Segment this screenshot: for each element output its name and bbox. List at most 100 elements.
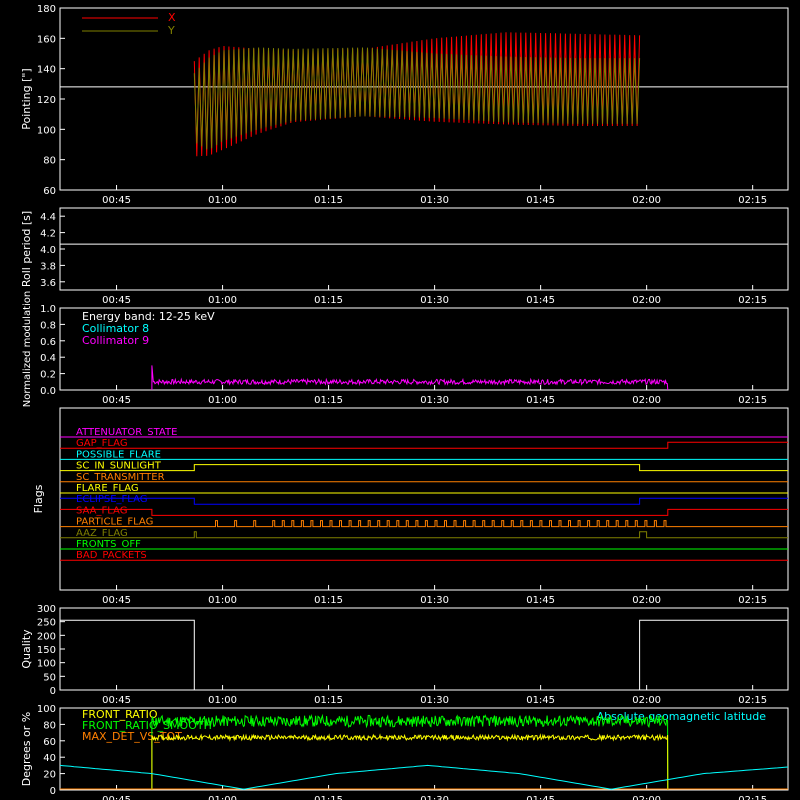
y-tick-label: 160 [37, 34, 56, 45]
y-tick-label: 0 [50, 686, 56, 697]
flag-label-sc-transmitter: SC_TRANSMITTER [76, 472, 165, 483]
x-tick-label-1-4: 01:45 [526, 295, 555, 306]
modulation-panel: Normalized modulation Energy band: 12-25… [22, 291, 789, 408]
x-tick-label-5-5: 02:00 [632, 795, 661, 800]
x-tick-label-1-0: 00:45 [102, 295, 131, 306]
y-tick-label: 0.2 [40, 370, 56, 381]
x-tick-label-3-4: 01:45 [526, 595, 555, 606]
y-tick-label: 100 [37, 125, 56, 136]
x-tick-label-3-2: 01:15 [314, 595, 343, 606]
flag-line-sc-in-sunlight [60, 464, 788, 472]
x-tick-label-0-3: 01:30 [420, 195, 449, 206]
ratio-panel: Degrees or % FRONT_RATIO FRONT_RATIO_SMO… [20, 707, 789, 791]
ratio-series-front-ratio [151, 733, 669, 791]
y-tick-label: 80 [43, 720, 56, 731]
y-tick-label: 150 [37, 645, 56, 656]
x-tick-label-1-3: 01:30 [420, 295, 449, 306]
y-tick-label: 80 [43, 156, 56, 167]
pointing-series-y [193, 47, 641, 150]
x-tick-label-2-6: 02:15 [738, 395, 767, 406]
x-tick-label-2-3: 01:30 [420, 395, 449, 406]
y-tick-label: 20 [43, 770, 56, 781]
x-tick-label-0-4: 01:45 [526, 195, 555, 206]
quality-line [60, 619, 788, 691]
y-tick-label: 120 [37, 95, 56, 106]
y-tick-label: 250 [37, 618, 56, 629]
flag-line-saa-flag [60, 508, 788, 516]
flag-label-saa-flag: SAA_FLAG [76, 505, 127, 516]
flag-label-aaz-flag: AAZ_FLAG [76, 528, 128, 539]
x-tick-label-1-2: 01:15 [314, 295, 343, 306]
x-tick-label-2-2: 01:15 [314, 395, 343, 406]
y-tick-label: 180 [37, 4, 56, 15]
x-tick-label-5-6: 02:15 [738, 795, 767, 800]
flag-label-flare-flag: FLARE_FLAG [76, 483, 139, 494]
roll-period-panel: Roll period [s] [20, 207, 789, 291]
x-tick-label-0-6: 02:15 [738, 195, 767, 206]
x-tick-label-2-5: 02:00 [632, 395, 661, 406]
x-tick-label-0-1: 01:00 [208, 195, 237, 206]
latitude-curve [59, 764, 789, 790]
y-tick-label: 60 [43, 737, 56, 748]
flag-label-bad-packets: BAD_PACKETS [76, 550, 147, 561]
flags-ylabel: Flags [32, 484, 45, 513]
flag-line-eclipse-flag [60, 497, 788, 505]
x-tick-label-2-0: 00:45 [102, 395, 131, 406]
y-tick-label: 0.0 [40, 386, 56, 397]
ratio-series-front-ratio-smooth [151, 713, 669, 791]
x-tick-label-4-4: 01:45 [526, 695, 555, 706]
flag-label-eclipse-flag: ECLIPSE_FLAG [76, 494, 147, 505]
legend-label-x: X [168, 11, 176, 24]
y-tick-label: 100 [37, 704, 56, 715]
y-tick-label: 3.8 [40, 261, 56, 272]
y-tick-label: 140 [37, 65, 56, 76]
quicklook-figure: Pointing ["] X Y Roll period [s] Normali… [0, 0, 800, 800]
y-tick-label: 4.4 [40, 212, 56, 223]
x-tick-label-0-0: 00:45 [102, 195, 131, 206]
y-tick-label: 4.0 [40, 245, 56, 256]
x-tick-label-4-5: 02:00 [632, 695, 661, 706]
y-tick-label: 4.2 [40, 229, 56, 240]
x-tick-label-3-0: 00:45 [102, 595, 131, 606]
x-tick-label-4-6: 02:15 [738, 695, 767, 706]
x-tick-label-4-1: 01:00 [208, 695, 237, 706]
x-tick-label-4-2: 01:15 [314, 695, 343, 706]
y-tick-label: 200 [37, 631, 56, 642]
legend-label-max-det-vs-tot: MAX_DET_VS_TOT [82, 730, 182, 743]
y-tick-label: 300 [37, 604, 56, 615]
flag-label-fronts-off: FRONTS_OFF [76, 539, 141, 550]
y-tick-label: 3.6 [40, 278, 56, 289]
x-tick-label-5-1: 01:00 [208, 795, 237, 800]
x-tick-label-4-0: 00:45 [102, 695, 131, 706]
y-tick-label: 0 [50, 786, 56, 797]
legend-label-collimator-9: Collimator 9 [82, 334, 149, 347]
x-tick-label-1-1: 01:00 [208, 295, 237, 306]
y-tick-label: 0.6 [40, 337, 56, 348]
y-tick-label: 50 [43, 672, 56, 683]
x-tick-label-2-1: 01:00 [208, 395, 237, 406]
y-tick-label: 60 [43, 186, 56, 197]
modulation-ylabel: Normalized modulation [22, 291, 33, 408]
x-tick-label-5-0: 00:45 [102, 795, 131, 800]
x-tick-label-5-2: 01:15 [314, 795, 343, 800]
x-tick-label-2-4: 01:45 [526, 395, 555, 406]
modulation-series-collimator-9 [151, 365, 669, 391]
flag-line-particle-flag [60, 520, 788, 528]
flag-label-possible-flare: POSSIBLE_FLARE [76, 449, 161, 460]
flag-label-gap-flag: GAP_FLAG [76, 438, 128, 449]
x-tick-label-3-3: 01:30 [420, 595, 449, 606]
x-tick-label-3-1: 01:00 [208, 595, 237, 606]
flag-label-particle-flag: PARTICLE_FLAG [76, 517, 153, 528]
flag-label-attenuator-state: ATTENUATOR_STATE [76, 427, 177, 438]
roll-period-ylabel: Roll period [s] [20, 211, 33, 287]
x-tick-label-4-3: 01:30 [420, 695, 449, 706]
x-tick-label-1-6: 02:15 [738, 295, 767, 306]
x-tick-label-0-5: 02:00 [632, 195, 661, 206]
x-tick-label-3-6: 02:15 [738, 595, 767, 606]
ratio-ylabel: Degrees or % [20, 712, 33, 786]
x-tick-label-0-2: 01:15 [314, 195, 343, 206]
legend-label-y: Y [167, 24, 175, 37]
quality-ylabel: Quality [20, 629, 33, 669]
x-tick-label-5-4: 01:45 [526, 795, 555, 800]
x-tick-label-3-5: 02:00 [632, 595, 661, 606]
